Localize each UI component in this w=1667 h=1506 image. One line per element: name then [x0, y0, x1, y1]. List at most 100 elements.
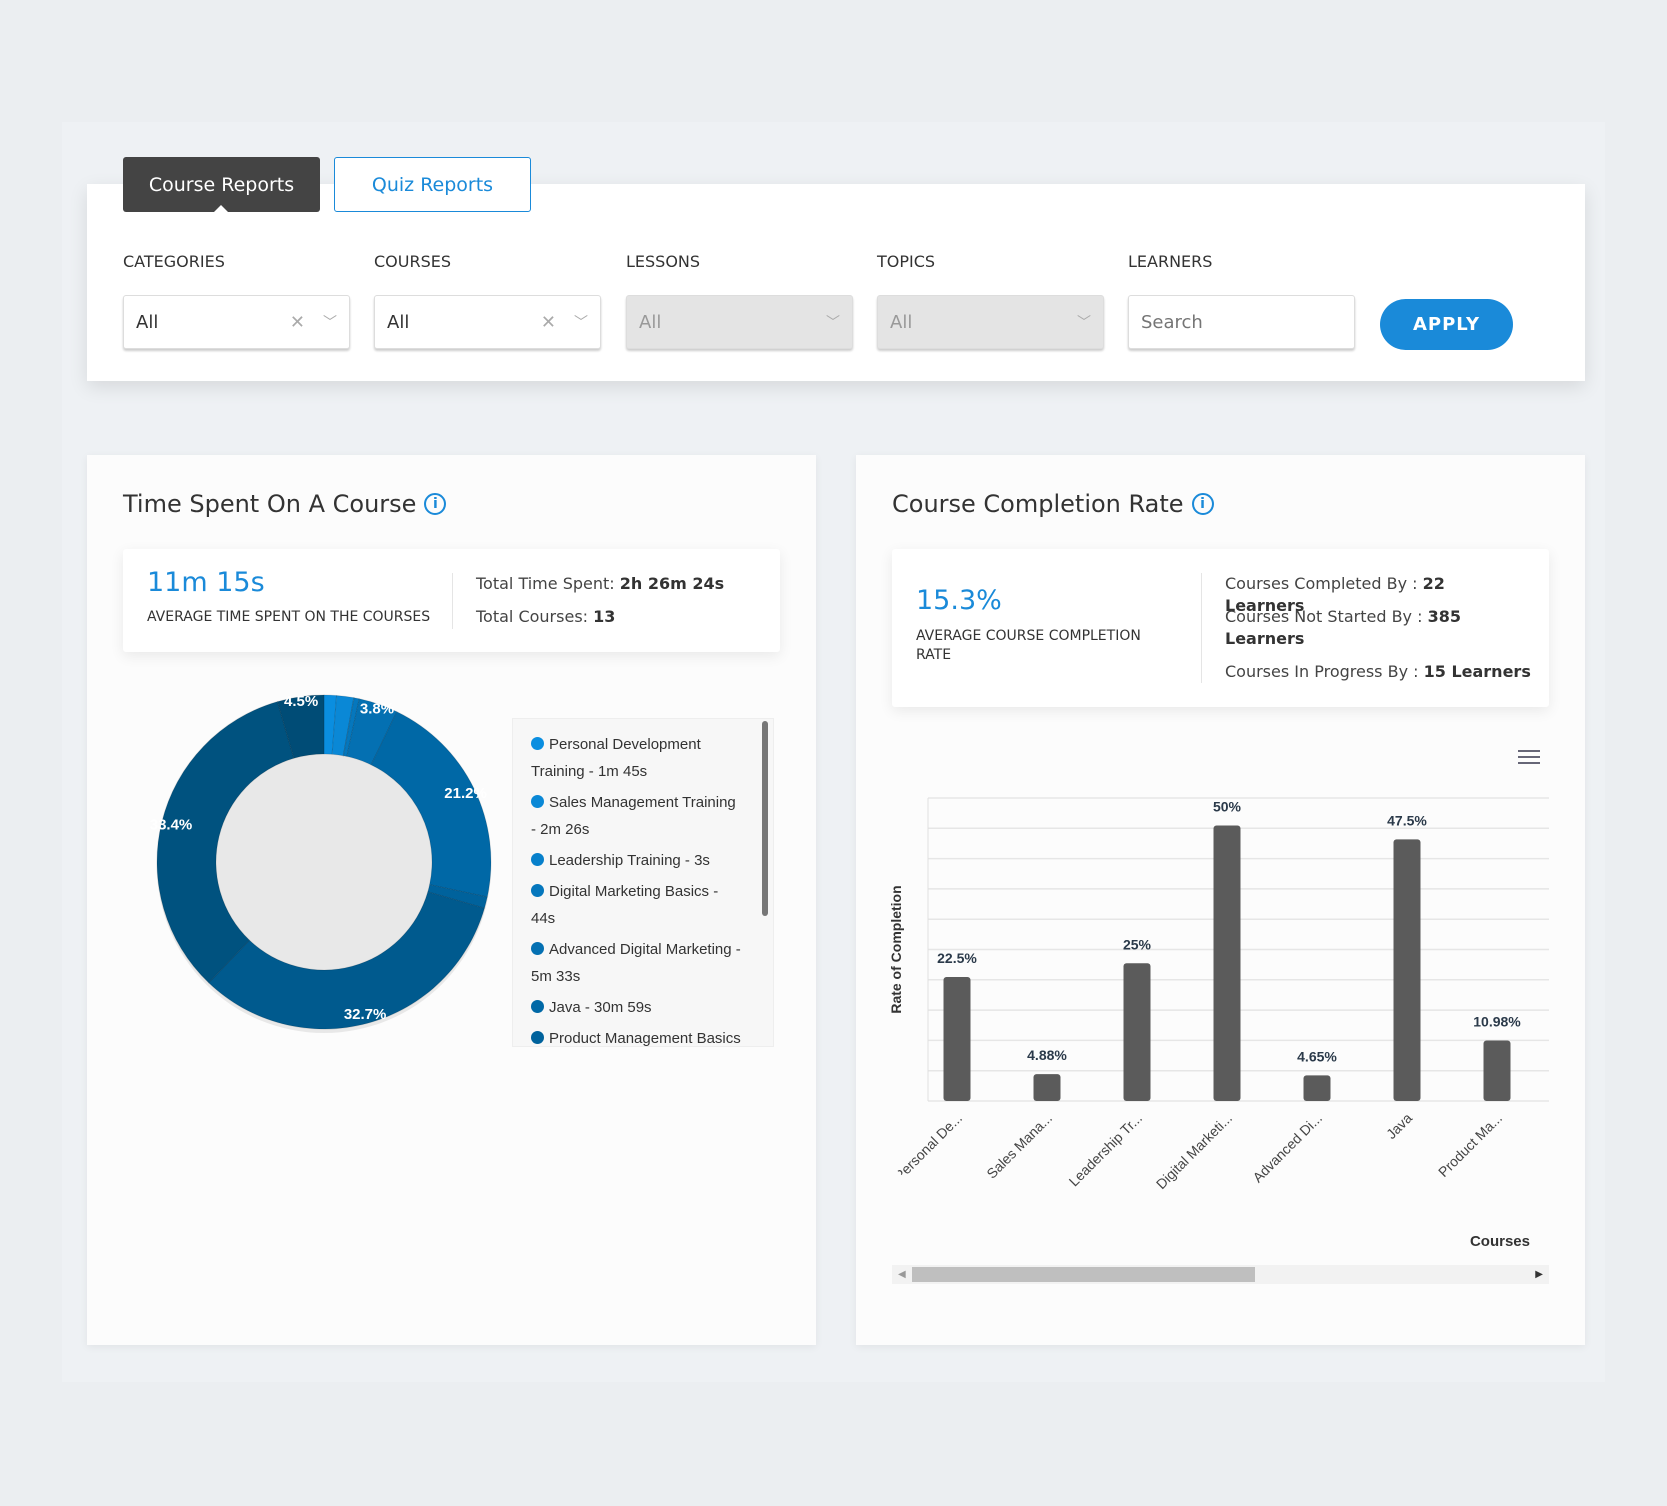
- x-tick-label: Leadership Tr...: [1066, 1110, 1146, 1190]
- legend-scrollbar[interactable]: [762, 721, 768, 916]
- avg-completion-value: 15.3%: [916, 585, 1002, 616]
- x-tick-label: Digital Marketi...: [1153, 1110, 1235, 1192]
- bar-data-label: 4.88%: [1027, 1047, 1067, 1063]
- legend-item[interactable]: Product Management Basics - 1m 37s: [513, 1025, 773, 1047]
- slice-label: 21.2%: [444, 785, 487, 802]
- lessons-select[interactable]: All ﹀: [626, 295, 853, 349]
- clear-icon[interactable]: ✕: [290, 312, 305, 333]
- x-tick-label: Advanced Di...: [1249, 1110, 1325, 1186]
- topics-value: All: [890, 311, 913, 333]
- info-icon[interactable]: i: [1191, 493, 1214, 515]
- bar-data-label: 22.5%: [937, 950, 977, 966]
- lessons-value: All: [639, 311, 662, 333]
- legend-dot-icon: [531, 942, 544, 955]
- apply-button[interactable]: APPLY: [1380, 299, 1513, 350]
- lessons-label: LESSONS: [626, 252, 701, 271]
- topics-label: TOPICS: [877, 252, 936, 271]
- bar-data-label: 10.98%: [1473, 1014, 1521, 1030]
- in-progress-value: 15 Learners: [1423, 662, 1531, 681]
- slice-label: 3.8%: [360, 700, 394, 717]
- divider: [452, 573, 453, 629]
- bar-data-label: 25%: [1123, 936, 1152, 952]
- total-time-value: 2h 26m 24s: [619, 574, 725, 593]
- bar[interactable]: [1303, 1075, 1331, 1101]
- not-started-by: Courses Not Started By : 385 Learners: [1225, 606, 1475, 650]
- bar[interactable]: [1213, 825, 1241, 1101]
- chevron-down-icon[interactable]: ﹀: [323, 312, 337, 332]
- time-spent-summary: 11m 15s AVERAGE TIME SPENT ON THE COURSE…: [123, 549, 780, 652]
- scroll-left-icon[interactable]: ◀: [898, 1269, 906, 1280]
- bar[interactable]: [1123, 963, 1151, 1101]
- filter-card: [87, 184, 1585, 381]
- legend-item[interactable]: Personal Development Training - 1m 45s: [513, 731, 773, 785]
- legend-item[interactable]: Advanced Digital Marketing - 5m 33s: [513, 936, 773, 990]
- x-tick-label: Java: [1383, 1110, 1415, 1142]
- time-spent-title: Time Spent On A Course i: [123, 490, 447, 518]
- chart-horizontal-scrollbar[interactable]: ◀ ▶: [892, 1265, 1549, 1284]
- categories-value: All: [136, 311, 159, 333]
- bar[interactable]: [1393, 839, 1421, 1101]
- donut-legend: Personal Development Training - 1m 45s Sa…: [512, 718, 774, 1047]
- courses-label: COURSES: [374, 252, 452, 271]
- legend-label: Personal Development Training - 1m 45s: [531, 736, 701, 780]
- legend-label: Product Management Basics - 1m 37s: [549, 1030, 741, 1047]
- legend-item[interactable]: Digital Marketing Basics - 44s: [513, 878, 773, 932]
- slice-label: 4.5%: [284, 693, 318, 710]
- completion-bar-chart: 22.5% Personal De... 4.88% Sales Mana... 25%…: [888, 797, 1549, 1250]
- chart-menu-icon[interactable]: [1518, 750, 1540, 764]
- avg-time-caption: AVERAGE TIME SPENT ON THE COURSES: [147, 609, 431, 625]
- tab-quiz-reports[interactable]: Quiz Reports: [334, 157, 531, 212]
- x-tick-label: Personal De...: [891, 1110, 965, 1184]
- time-spent-title-text: Time Spent On A Course: [123, 490, 417, 518]
- chevron-down-icon[interactable]: ﹀: [574, 312, 588, 332]
- bar[interactable]: [1033, 1074, 1061, 1101]
- divider: [1201, 573, 1202, 683]
- completed-label: Courses Completed By :: [1225, 574, 1418, 593]
- chevron-down-icon: ﹀: [1077, 315, 1091, 331]
- clear-icon[interactable]: ✕: [541, 312, 556, 333]
- legend-dot-icon: [531, 853, 544, 866]
- topics-select[interactable]: All ﹀: [877, 295, 1104, 349]
- scroll-right-icon[interactable]: ▶: [1535, 1269, 1543, 1280]
- learners-search-input[interactable]: [1128, 295, 1355, 349]
- bar-data-label: 50%: [1213, 799, 1242, 815]
- legend-item[interactable]: Java - 30m 59s: [513, 994, 773, 1021]
- x-axis-title: Courses: [1470, 1233, 1530, 1250]
- legend-label: Advanced Digital Marketing - 5m 33s: [531, 941, 741, 985]
- total-courses-value: 13: [593, 607, 616, 626]
- completion-title: Course Completion Rate i: [892, 490, 1214, 518]
- in-progress-label: Courses In Progress By :: [1225, 662, 1419, 681]
- bar[interactable]: [1483, 1040, 1511, 1101]
- total-time: Total Time Spent: 2h 26m 24s: [476, 573, 724, 595]
- tab-course-reports[interactable]: Course Reports: [123, 157, 320, 213]
- legend-dot-icon: [531, 884, 544, 897]
- courses-value: All: [387, 311, 410, 333]
- chevron-down-icon: ﹀: [826, 315, 840, 331]
- total-courses-label: Total Courses:: [476, 607, 589, 626]
- x-tick-label: Sales Mana...: [983, 1110, 1055, 1182]
- legend-dot-icon: [531, 1031, 544, 1044]
- learners-label: LEARNERS: [1128, 252, 1213, 271]
- scrollbar-thumb[interactable]: [912, 1267, 1255, 1282]
- slice-label: 32.7%: [344, 1006, 387, 1023]
- bar-data-label: 4.65%: [1297, 1048, 1337, 1064]
- time-spent-donut-chart: 3.8% 21.2% 32.7% 33.4% 4.5%: [150, 693, 492, 1033]
- legend-item[interactable]: Sales Management Training - 2m 26s: [513, 789, 773, 843]
- avg-time-value: 11m 15s: [147, 567, 265, 598]
- x-tick-label: Product Ma...: [1435, 1110, 1505, 1180]
- categories-select[interactable]: All ✕ ﹀: [123, 295, 350, 349]
- legend-label: Sales Management Training - 2m 26s: [531, 794, 736, 838]
- legend-dot-icon: [531, 737, 544, 750]
- info-icon[interactable]: i: [424, 493, 447, 515]
- slice-label: 33.4%: [150, 817, 193, 834]
- avg-completion-caption: AVERAGE COURSE COMPLETION RATE: [916, 628, 1141, 663]
- courses-select[interactable]: All ✕ ﹀: [374, 295, 601, 349]
- total-time-label: Total Time Spent:: [476, 574, 615, 593]
- bar-data-label: 47.5%: [1387, 812, 1427, 828]
- legend-item[interactable]: Leadership Training - 3s: [513, 847, 773, 874]
- legend-dot-icon: [531, 1000, 544, 1013]
- in-progress-by: Courses In Progress By : 15 Learners: [1225, 661, 1535, 683]
- bar[interactable]: [943, 977, 971, 1101]
- legend-label: Digital Marketing Basics - 44s: [531, 883, 719, 927]
- legend-dot-icon: [531, 795, 544, 808]
